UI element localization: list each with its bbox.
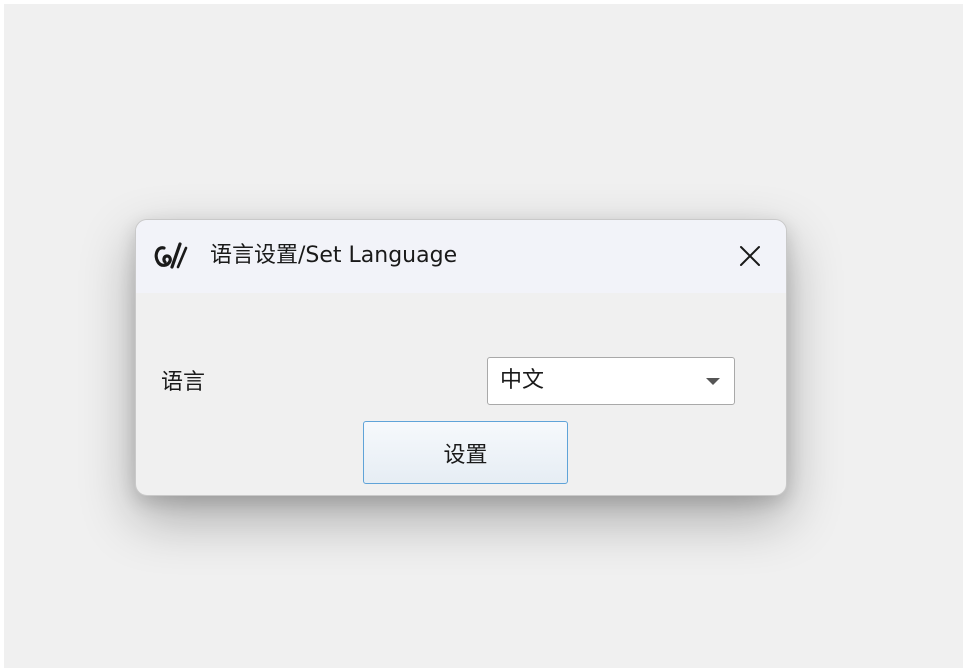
- dropdown-arrow-icon: [706, 378, 720, 385]
- close-icon: [740, 246, 760, 266]
- language-select[interactable]: 中文: [487, 357, 735, 405]
- close-button[interactable]: [728, 234, 772, 278]
- language-select-value: 中文: [500, 368, 545, 393]
- window-title: 语言设置/Set Language: [210, 243, 458, 268]
- app-logo-icon: [154, 242, 188, 269]
- set-button[interactable]: 设置: [363, 421, 568, 484]
- desktop-background: 语言设置/Set Language 语言 中文 设置: [4, 4, 963, 668]
- title-bar: 语言设置/Set Language: [136, 220, 786, 293]
- set-language-dialog: 语言设置/Set Language 语言 中文 设置: [135, 219, 787, 496]
- language-label: 语言: [161, 370, 206, 395]
